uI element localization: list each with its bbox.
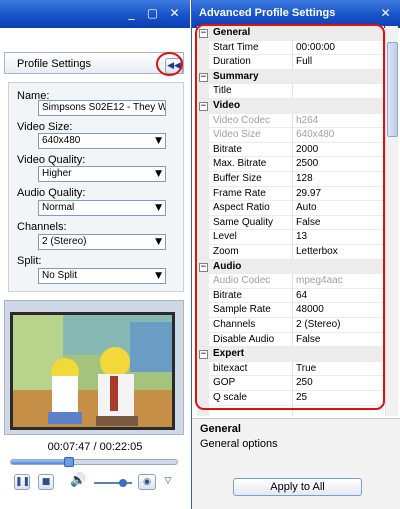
camera-icon: ◉ bbox=[143, 477, 151, 487]
description-panel: General General options Apply to All bbox=[192, 418, 400, 509]
stop-icon: ■ bbox=[41, 477, 51, 487]
video-preview[interactable] bbox=[10, 312, 175, 430]
profile-settings-label: Profile Settings bbox=[17, 58, 91, 70]
channels-select[interactable]: 2 (Stereo) ▼ bbox=[38, 234, 166, 250]
left-window-titlebar: _ ▢ ✕ bbox=[0, 0, 190, 28]
window-title: Advanced Profile Settings bbox=[199, 7, 336, 19]
chevron-down-icon: ▼ bbox=[155, 271, 162, 281]
pause-button[interactable]: ❚❚ bbox=[14, 474, 30, 490]
seek-thumb[interactable] bbox=[64, 457, 75, 467]
collapse-highlight-ring bbox=[156, 52, 183, 76]
apply-to-all-button[interactable]: Apply to All bbox=[233, 478, 362, 496]
video-size-value: 640x480 bbox=[42, 135, 81, 146]
video-quality-label: Video Quality: bbox=[17, 154, 86, 166]
channels-value: 2 (Stereo) bbox=[42, 236, 87, 247]
stop-button[interactable]: ■ bbox=[38, 474, 54, 490]
channels-label: Channels: bbox=[17, 221, 67, 233]
description-title: General bbox=[200, 423, 241, 435]
video-quality-value: Higher bbox=[42, 168, 72, 179]
time-display: 00:07:47 / 00:22:05 bbox=[47, 441, 143, 453]
chevron-down-icon: ▼ bbox=[155, 203, 162, 213]
split-label: Split: bbox=[17, 255, 42, 267]
chevron-down-icon: ▼ bbox=[155, 136, 162, 146]
seek-bar[interactable] bbox=[10, 457, 178, 467]
snapshot-dropdown[interactable]: ▽ bbox=[160, 474, 176, 490]
close-icon[interactable]: ✕ bbox=[167, 6, 182, 21]
minimize-icon[interactable]: _ bbox=[124, 6, 139, 21]
name-field[interactable]: Simpsons S02E12 - They Way bbox=[38, 100, 166, 116]
seek-bar-fill bbox=[11, 460, 70, 464]
pause-icon: ❚❚ bbox=[15, 477, 31, 487]
split-value: No Split bbox=[42, 270, 78, 281]
chevron-down-icon: ▼ bbox=[155, 169, 162, 179]
description-text: General options bbox=[200, 438, 278, 450]
audio-quality-select[interactable]: Normal ▼ bbox=[38, 200, 166, 216]
volume-slider[interactable] bbox=[94, 479, 132, 487]
chevron-down-icon: ▽ bbox=[164, 476, 172, 486]
split-select[interactable]: No Split ▼ bbox=[38, 268, 166, 284]
video-quality-select[interactable]: Higher ▼ bbox=[38, 166, 166, 182]
video-frame-image bbox=[10, 312, 175, 430]
snapshot-button[interactable]: ◉ bbox=[138, 474, 156, 490]
profile-settings-window: _ ▢ ✕ Profile Settings ◀◀ Name: Simpsons… bbox=[0, 0, 190, 509]
audio-quality-value: Normal bbox=[42, 202, 75, 213]
name-value: Simpsons S02E12 - They Way bbox=[42, 102, 166, 113]
maximize-icon[interactable]: ▢ bbox=[145, 6, 160, 21]
volume-icon[interactable]: 🔊 bbox=[70, 474, 86, 490]
close-icon[interactable]: ✕ bbox=[378, 6, 393, 21]
chevron-down-icon: ▼ bbox=[155, 237, 162, 247]
audio-quality-label: Audio Quality: bbox=[17, 187, 86, 199]
video-size-select[interactable]: 640x480 ▼ bbox=[38, 133, 166, 149]
scrollbar-thumb[interactable] bbox=[387, 42, 398, 137]
volume-thumb[interactable] bbox=[118, 479, 127, 487]
property-grid-highlight-ring bbox=[195, 24, 385, 410]
video-size-label: Video Size: bbox=[17, 121, 73, 133]
property-grid-scrollbar[interactable] bbox=[385, 26, 398, 416]
